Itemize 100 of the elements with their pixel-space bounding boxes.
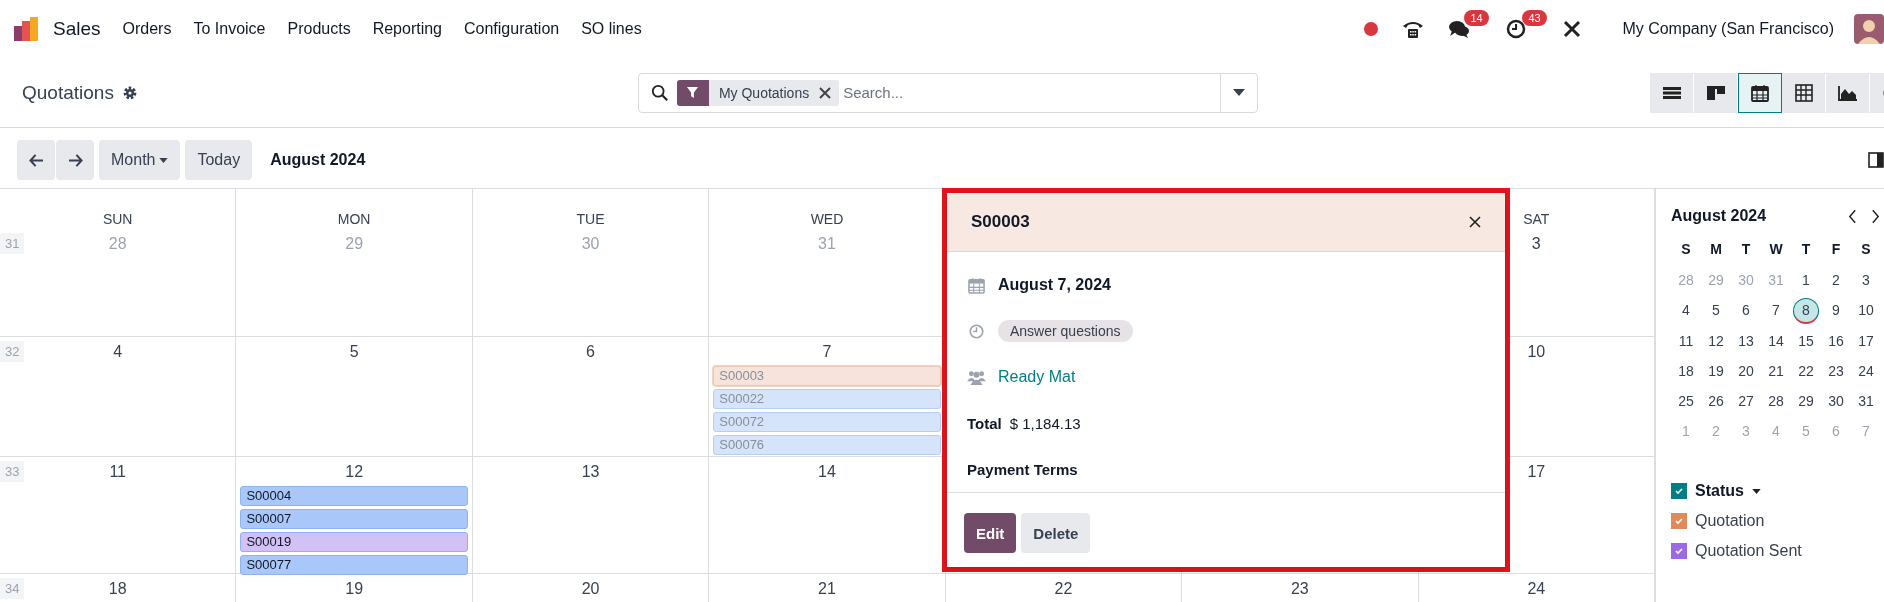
calendar-icon — [967, 276, 986, 294]
day-number[interactable]: 7 — [822, 343, 832, 361]
chevron-right-icon[interactable] — [1871, 208, 1880, 224]
edit-button[interactable]: Edit — [964, 513, 1017, 553]
day-number[interactable]: 6 — [586, 343, 595, 361]
customer-link[interactable]: Ready Mat — [998, 368, 1076, 386]
clock-icon — [967, 323, 986, 339]
previous-button[interactable] — [17, 140, 55, 180]
mini-calendar-day[interactable]: 1 — [1792, 268, 1820, 293]
mini-calendar-day[interactable]: 7 — [1762, 298, 1790, 323]
day-number[interactable]: 3 — [1531, 235, 1541, 253]
menu-item[interactable]: Products — [287, 20, 351, 38]
calendar-event[interactable]: S00077 — [240, 555, 468, 575]
mini-calendar-day[interactable]: 24 — [1852, 359, 1880, 384]
mini-calendar-day[interactable]: 14 — [1762, 329, 1790, 354]
day-number[interactable]: 4 — [113, 343, 123, 361]
day-number[interactable]: 18 — [108, 580, 127, 598]
mini-calendar-day[interactable]: 18 — [1672, 359, 1700, 384]
caret-icon[interactable] — [1232, 88, 1245, 97]
mini-calendar-day[interactable]: 13 — [1732, 329, 1760, 354]
users-icon — [967, 369, 986, 385]
mini-calendar-day[interactable]: 17 — [1852, 329, 1880, 354]
menu-item[interactable]: Reporting — [372, 20, 442, 38]
day-number[interactable]: 24 — [1527, 580, 1546, 598]
calendar-event[interactable]: S00007 — [240, 509, 468, 529]
settings-icon[interactable] — [121, 84, 138, 101]
day-number[interactable]: 23 — [1290, 580, 1309, 598]
menu-item[interactable]: SO lines — [581, 20, 642, 38]
chevron-left-icon[interactable] — [1848, 208, 1857, 224]
mini-calendar-day[interactable]: 21 — [1762, 359, 1790, 384]
day-number[interactable]: 21 — [818, 580, 836, 598]
mini-calendar-day[interactable]: 23 — [1822, 359, 1850, 384]
calendar-event[interactable]: S00019 — [240, 532, 468, 552]
mini-calendar-day[interactable]: 11 — [1672, 329, 1700, 354]
checkbox[interactable] — [1671, 483, 1687, 499]
company-switcher[interactable]: My Company (San Francisco) — [1622, 20, 1834, 38]
payment-terms-label: Payment Terms — [967, 460, 1078, 478]
filter-option[interactable]: Quotation — [1695, 512, 1765, 530]
mini-calendar-day[interactable]: 22 — [1792, 359, 1820, 384]
menu-item[interactable]: Orders — [122, 20, 172, 38]
mini-calendar-day[interactable]: 31 — [1852, 389, 1880, 414]
menu-item[interactable]: Configuration — [464, 20, 560, 38]
next-button[interactable] — [56, 140, 94, 180]
clock-icon[interactable] — [1506, 19, 1527, 39]
menu-item[interactable]: To Invoice — [193, 20, 266, 38]
day-number[interactable]: 5 — [349, 343, 359, 361]
mini-calendar-day[interactable]: 3 — [1852, 268, 1880, 293]
mini-calendar-day[interactable]: 16 — [1822, 329, 1850, 354]
mini-calendar-day[interactable]: 29 — [1792, 389, 1820, 414]
close-icon[interactable] — [1469, 216, 1481, 228]
sidebar-toggle-icon[interactable] — [1868, 152, 1884, 168]
page-title[interactable]: Quotations — [22, 81, 114, 104]
day-number[interactable]: 10 — [1527, 343, 1546, 361]
arrow-right-icon — [67, 153, 83, 167]
date-range-title: August 2024 — [270, 151, 366, 169]
filter-section-title[interactable]: Status — [1695, 482, 1744, 500]
day-number[interactable]: 14 — [818, 463, 836, 481]
delete-button[interactable]: Delete — [1021, 513, 1091, 553]
day-number[interactable]: 20 — [581, 580, 600, 598]
mini-calendar-day[interactable]: 9 — [1822, 298, 1850, 323]
mini-calendar-day[interactable]: 6 — [1732, 298, 1760, 323]
mini-calendar-day[interactable]: 15 — [1792, 329, 1820, 354]
day-number[interactable]: 13 — [581, 463, 600, 481]
view-switch-button[interactable] — [1738, 72, 1782, 113]
recording-dot-icon[interactable] — [1364, 22, 1379, 36]
remove-facet-icon[interactable] — [819, 86, 832, 99]
mini-calendar-day[interactable]: 19 — [1702, 359, 1730, 384]
calendar-event[interactable]: S00004 — [240, 486, 468, 506]
day-number[interactable]: 17 — [1527, 463, 1546, 481]
day-number[interactable]: 12 — [345, 463, 364, 481]
mini-calendar-day[interactable]: 25 — [1672, 389, 1700, 414]
mini-calendar-day[interactable]: 4 — [1672, 298, 1700, 323]
mini-calendar-day[interactable]: 30 — [1822, 389, 1850, 414]
chat-icon[interactable] — [1448, 19, 1471, 39]
day-number[interactable]: 19 — [345, 580, 364, 598]
caret-icon[interactable] — [1751, 488, 1761, 494]
event-date: August 7, 2024 — [998, 276, 1111, 294]
mini-calendar-day[interactable]: 12 — [1702, 329, 1730, 354]
mini-calendar-day[interactable]: 27 — [1732, 389, 1760, 414]
search-field[interactable]: My Quotations Search... — [637, 72, 1258, 113]
mini-calendar-day[interactable]: 20 — [1732, 359, 1760, 384]
app-name[interactable]: Sales — [53, 18, 101, 40]
scale-dropdown[interactable]: Month — [99, 140, 181, 180]
today-button[interactable]: Today — [185, 140, 253, 180]
mini-calendar-day[interactable]: 28 — [1762, 389, 1790, 414]
mini-calendar-day[interactable]: 8 — [1793, 298, 1819, 324]
mini-calendar-day[interactable]: 2 — [1822, 268, 1850, 293]
user-avatar[interactable] — [1854, 14, 1884, 44]
checkbox[interactable] — [1671, 513, 1687, 529]
search-icon[interactable] — [650, 83, 669, 102]
mini-calendar-day[interactable]: 10 — [1852, 298, 1880, 323]
day-number[interactable]: 11 — [109, 463, 126, 481]
filter-option[interactable]: Quotation Sent — [1695, 542, 1802, 560]
day-number[interactable]: 22 — [1054, 580, 1073, 598]
mini-calendar-day[interactable]: 26 — [1702, 389, 1730, 414]
phone-icon[interactable] — [1402, 19, 1425, 39]
checkbox[interactable] — [1671, 543, 1687, 559]
mini-calendar-day[interactable]: 5 — [1702, 298, 1730, 323]
app-logo-icon[interactable] — [13, 16, 39, 42]
check-icon — [1674, 516, 1684, 526]
